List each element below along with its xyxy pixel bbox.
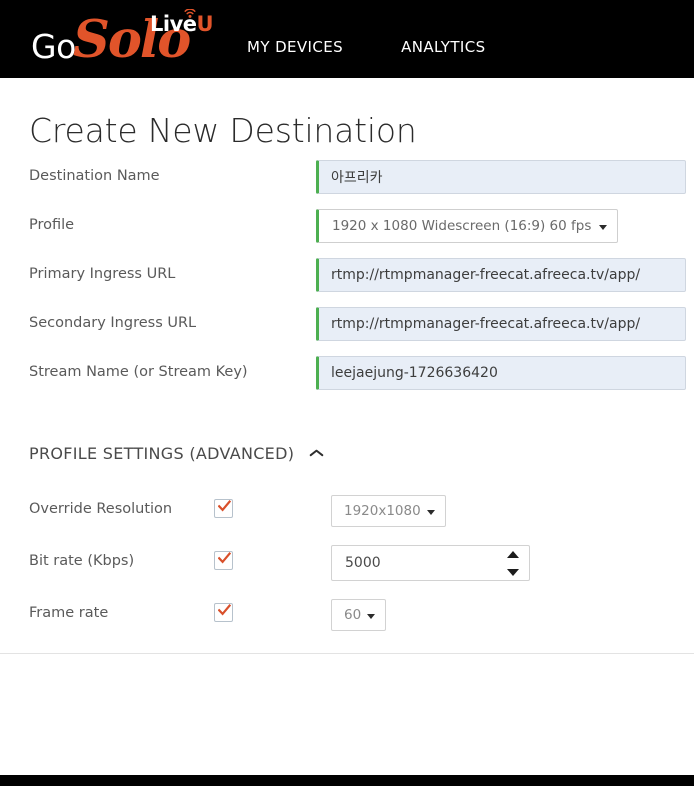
main-nav: MY DEVICES ANALYTICS [247,38,544,60]
bit-rate-spinner-buttons[interactable] [506,551,520,576]
nav-item-analytics[interactable]: ANALYTICS [401,38,485,56]
override-resolution-checkbox[interactable] [214,499,233,518]
spinner-up-icon[interactable] [507,551,519,558]
form-row-stream-name: Stream Name (or Stream Key) [0,351,694,400]
checkmark-icon [217,500,232,513]
label-frame-rate: Frame rate [29,605,109,621]
label-override-resolution: Override Resolution [29,501,173,517]
label-destination-name: Destination Name [29,168,160,184]
label-bit-rate: Bit rate (Kbps) [29,553,135,569]
form-row-primary-ingress-url: Primary Ingress URL [0,253,694,302]
form-row-destination-name: Destination Name [0,155,694,204]
nav-item-my-devices[interactable]: MY DEVICES [247,38,343,56]
label-profile: Profile [29,217,75,233]
checkmark-icon [217,604,232,617]
section-divider [0,653,694,654]
chevron-up-icon [309,448,323,457]
checkmark-icon [217,552,232,565]
destination-form: Destination Name Profile 1920 x 1080 Wid… [0,155,694,400]
override-resolution-value: 1920x1080 [344,503,421,519]
profile-settings-advanced-toggle[interactable]: PROFILE SETTINGS (ADVANCED) [29,444,323,463]
label-secondary-ingress-url: Secondary Ingress URL [29,315,197,331]
frame-rate-select[interactable]: 60 [331,599,387,631]
page-title: Create New Destination [29,111,417,151]
profile-select[interactable]: 1920 x 1080 Widescreen (16:9) 60 fps [316,209,619,243]
site-header: Go Solo LiveU MY DEVICES ANALYTICS [0,0,694,78]
label-primary-ingress-url: Primary Ingress URL [29,266,176,282]
wifi-antenna-icon [183,8,197,21]
bit-rate-stepper[interactable]: 5000 [331,545,530,581]
stream-name-input[interactable] [316,356,686,390]
bottom-bar [0,775,694,786]
profile-select-value: 1920 x 1080 Widescreen (16:9) 60 fps [332,218,592,234]
form-row-secondary-ingress-url: Secondary Ingress URL [0,302,694,351]
chevron-down-icon [367,614,376,619]
logo-u-text: U [196,12,214,36]
secondary-ingress-url-input[interactable] [316,307,686,341]
advanced-settings-body: Override Resolution 1920x1080 Bit rate (… [0,487,694,643]
adv-row-override-resolution: Override Resolution 1920x1080 [0,487,694,539]
spinner-down-icon[interactable] [507,569,519,576]
logo-go-text: Go [31,27,76,66]
chevron-down-icon [599,225,608,230]
brand-logo[interactable]: Go Solo LiveU [28,4,214,70]
frame-rate-value: 60 [344,607,362,623]
label-stream-name: Stream Name (or Stream Key) [29,364,248,380]
logo-liveu-wordmark: LiveU [150,8,214,36]
adv-row-frame-rate: Frame rate 60 [0,591,694,643]
adv-row-bit-rate: Bit rate (Kbps) 5000 [0,539,694,591]
form-row-profile: Profile 1920 x 1080 Widescreen (16:9) 60… [0,204,694,253]
primary-ingress-url-input[interactable] [316,258,686,292]
override-resolution-select[interactable]: 1920x1080 [331,495,446,527]
bit-rate-value: 5000 [345,555,381,571]
profile-settings-advanced-label: PROFILE SETTINGS (ADVANCED) [29,444,295,463]
chevron-down-icon [426,510,435,515]
frame-rate-checkbox[interactable] [214,603,233,622]
destination-name-input[interactable] [316,160,686,194]
bit-rate-checkbox[interactable] [214,551,233,570]
